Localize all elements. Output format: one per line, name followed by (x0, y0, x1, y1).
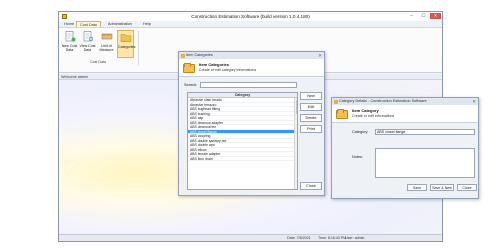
print-button[interactable]: Print (300, 125, 322, 133)
search-label: Search: (184, 83, 198, 87)
view-document-icon (83, 31, 93, 42)
dialog-app-icon (334, 99, 338, 104)
details-header-subtitle: Create or edit informations (352, 114, 395, 118)
ribbon-group-label: Cost Data (90, 60, 106, 64)
unit-of-measure-label: Unit of Measure (99, 44, 114, 53)
folder-icon (183, 63, 195, 73)
minimize-button[interactable]: – (406, 13, 417, 19)
status-user: User: admin (345, 236, 365, 240)
edit-button[interactable]: Edit (300, 103, 322, 111)
new-document-icon (65, 31, 75, 42)
details-dialog-title: Category Details - Construction Estimati… (339, 99, 427, 103)
category-row[interactable]: ABS floor drain (188, 157, 297, 161)
categories-label: Categories (118, 45, 136, 49)
scroll-thumb[interactable] (295, 100, 297, 114)
notes-textarea[interactable] (375, 148, 475, 178)
folder-icon (120, 34, 131, 43)
view-cost-data-button[interactable]: View Cost Data (79, 30, 96, 58)
categories-dialog-titlebar: Item Categories ✕ (179, 52, 324, 59)
save-and-new-button[interactable]: Save & New (430, 184, 454, 191)
categories-dialog-close-icon[interactable]: ✕ (318, 52, 322, 59)
item-categories-dialog: Item Categories ✕ Item Categories Create… (178, 51, 325, 196)
status-time: Time: 8:16:43 PM (318, 236, 347, 240)
maximize-button[interactable]: ☐ (418, 13, 429, 19)
new-cost-data-label: New Cost Data (61, 44, 78, 53)
category-label: Category: (352, 130, 369, 134)
view-cost-data-label: View Cost Data (79, 44, 96, 53)
unit-of-measure-button[interactable]: Unit of Measure (98, 30, 115, 58)
details-header-title: Item Category (352, 108, 379, 113)
folder-icon (336, 109, 348, 119)
category-details-dialog: Category Details - Construction Estimati… (331, 97, 479, 199)
new-cost-data-button[interactable]: New Cost Data (61, 30, 78, 58)
delete-button[interactable]: Delete (300, 114, 322, 122)
details-dialog-close-icon[interactable]: ✕ (472, 98, 476, 105)
status-bar: Date: 7/8/2021 Time: 8:16:43 PM User: ad… (59, 234, 442, 241)
category-list[interactable]: Category Abrasive stain treads Abrasive t… (187, 92, 298, 190)
category-list-scrollbar[interactable] (294, 98, 297, 189)
dialog-app-icon (181, 53, 185, 58)
window-title: Construction Estimation Software (build … (191, 14, 310, 19)
category-input[interactable] (375, 129, 475, 135)
title-bar: Construction Estimation Software (build … (59, 12, 442, 21)
categories-dialog-header: Item Categories Create or edit category … (179, 59, 324, 77)
details-dialog-header: Item Category Create or edit information… (332, 105, 478, 123)
categories-button[interactable]: Categories (117, 30, 136, 58)
categories-dialog-title: Item Categories (186, 53, 213, 57)
status-date: Date: 7/8/2021 (287, 236, 311, 240)
notes-label: Notes: (352, 155, 363, 159)
close-details-button[interactable]: Close (457, 184, 477, 191)
details-dialog-titlebar: Category Details - Construction Estimati… (332, 98, 478, 105)
search-input[interactable] (200, 82, 297, 88)
close-button[interactable]: ✕ (430, 13, 441, 19)
categories-header-subtitle: Create or edit category informations (199, 68, 257, 72)
new-button[interactable]: New (300, 92, 322, 100)
save-button[interactable]: Save (407, 184, 427, 191)
categories-header-title: Item Categories (199, 62, 230, 67)
close-dialog-button[interactable]: Close (300, 182, 322, 190)
ribbon-group-divider (138, 31, 139, 65)
ruler-icon (101, 33, 112, 40)
